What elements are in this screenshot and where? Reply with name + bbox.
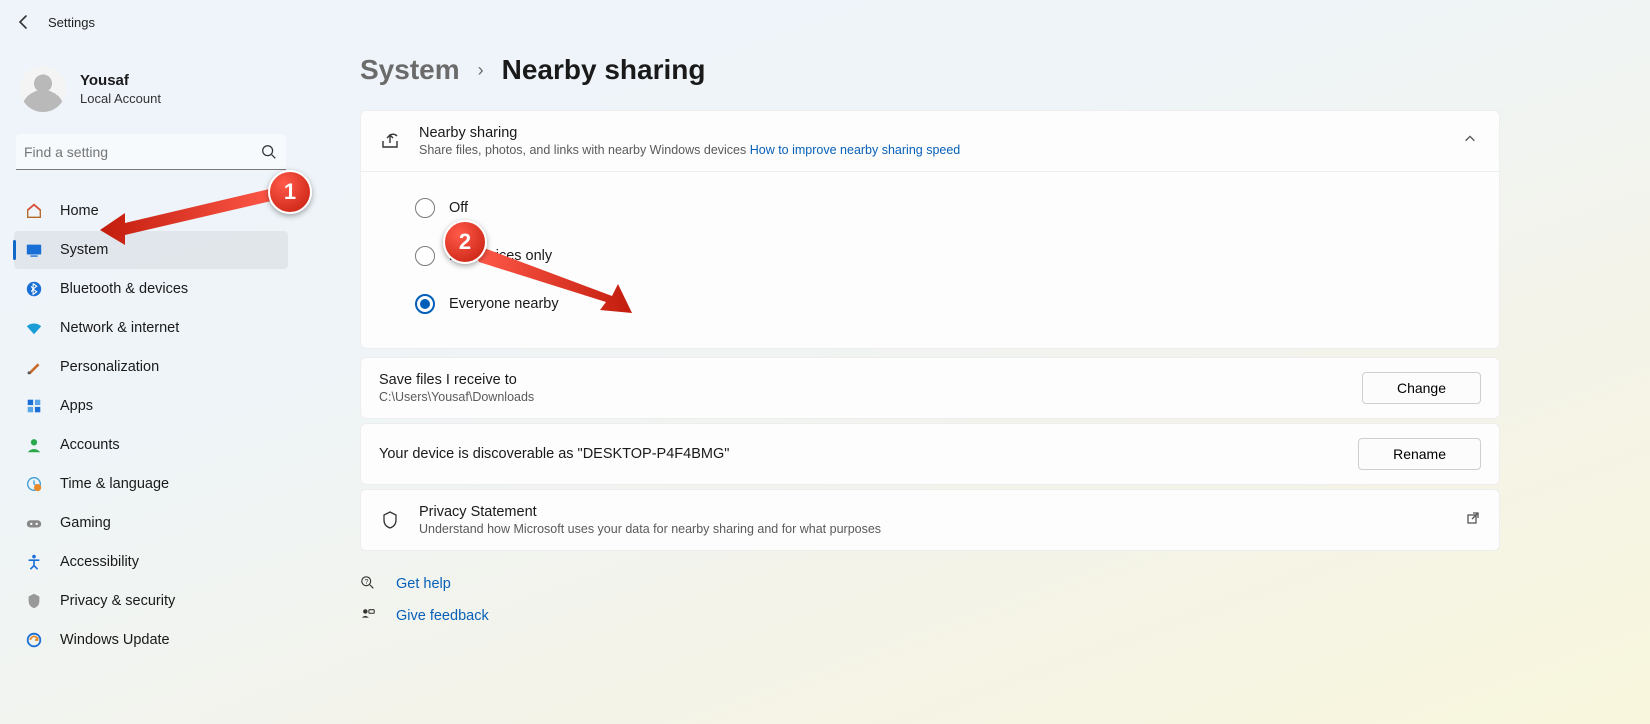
row-title: Privacy Statement [419,504,1465,520]
radio-everyone[interactable]: Everyone nearby [415,280,1477,328]
radio-off[interactable]: Off [415,184,1477,232]
personalization-icon [24,357,44,377]
app-title: Settings [48,15,95,30]
nav-list: Home System Bluetooth & devices Network … [14,192,288,659]
profile-name: Yousaf [80,72,161,89]
gaming-icon [24,513,44,533]
search-input[interactable] [24,144,260,160]
network-icon [24,318,44,338]
nav-item-apps[interactable]: Apps [14,387,288,425]
nearby-sharing-card: Nearby sharing Share files, photos, and … [360,110,1500,349]
main-content: System › Nearby sharing Nearby sharing S… [300,44,1650,724]
change-button[interactable]: Change [1362,372,1481,404]
nav-item-system[interactable]: System [14,231,288,269]
nav-label: Time & language [60,476,169,492]
rename-button[interactable]: Rename [1358,438,1481,470]
row-title: Your device is discoverable as "DESKTOP-… [379,446,1358,462]
radio-my-devices[interactable]: My devices only [415,232,1477,280]
avatar [20,66,66,112]
home-icon [24,201,44,221]
accounts-icon [24,435,44,455]
back-button[interactable] [14,12,34,32]
search-box[interactable] [16,134,286,170]
sidebar: Yousaf Local Account Home System Bluetoo… [0,44,300,724]
get-help-link[interactable]: ? Get help [360,575,1500,593]
profile-block[interactable]: Yousaf Local Account [20,66,284,112]
radio-label: Everyone nearby [449,296,559,312]
row-title: Save files I receive to [379,372,1362,388]
svg-text:?: ? [364,578,368,586]
search-icon [260,143,278,161]
nav-item-privacy[interactable]: Privacy & security [14,582,288,620]
save-location-row: Save files I receive to C:\Users\Yousaf\… [360,357,1500,419]
annotation-badge-1: 1 [268,170,312,214]
nav-label: Accessibility [60,554,139,570]
save-path: C:\Users\Yousaf\Downloads [379,390,1362,404]
share-icon [379,130,401,152]
nav-label: Windows Update [60,632,170,648]
link-text: Give feedback [396,608,489,624]
nav-label: Network & internet [60,320,179,336]
breadcrumb-parent[interactable]: System [360,54,460,86]
breadcrumb: System › Nearby sharing [360,54,1500,86]
nav-item-network[interactable]: Network & internet [14,309,288,347]
accessibility-icon [24,552,44,572]
time-language-icon [24,474,44,494]
help-icon: ? [360,575,378,593]
nav-label: System [60,242,108,258]
annotation-badge-2: 2 [443,220,487,264]
card-title: Nearby sharing [419,125,960,141]
nav-item-bluetooth[interactable]: Bluetooth & devices [14,270,288,308]
nav-item-windows-update[interactable]: Windows Update [14,621,288,659]
nav-item-time-language[interactable]: Time & language [14,465,288,503]
row-subtitle: Understand how Microsoft uses your data … [419,522,1465,536]
card-subtitle: Share files, photos, and links with near… [419,143,960,157]
windows-update-icon [24,630,44,650]
nav-item-gaming[interactable]: Gaming [14,504,288,542]
nav-item-home[interactable]: Home [14,192,288,230]
chevron-up-icon[interactable] [1463,132,1477,151]
chevron-right-icon: › [478,60,484,81]
bluetooth-icon [24,279,44,299]
apps-icon [24,396,44,416]
link-text: Get help [396,576,451,592]
nav-label: Gaming [60,515,111,531]
page-title: Nearby sharing [502,54,706,86]
privacy-statement-row[interactable]: Privacy Statement Understand how Microso… [360,489,1500,551]
nav-label: Personalization [60,359,159,375]
nav-item-accessibility[interactable]: Accessibility [14,543,288,581]
sharing-radio-group: Off My devices only Everyone nearby [361,172,1499,348]
radio-button[interactable] [415,294,435,314]
radio-label: Off [449,200,468,216]
nav-label: Home [60,203,99,219]
footer-links: ? Get help Give feedback [360,575,1500,625]
profile-subtitle: Local Account [80,91,161,106]
privacy-icon [24,591,44,611]
give-feedback-link[interactable]: Give feedback [360,607,1500,625]
nav-label: Bluetooth & devices [60,281,188,297]
shield-icon [379,509,401,531]
feedback-icon [360,607,378,625]
help-link[interactable]: How to improve nearby sharing speed [750,143,961,157]
external-link-icon [1465,510,1481,531]
nav-item-accounts[interactable]: Accounts [14,426,288,464]
titlebar: Settings [0,0,1650,44]
nearby-sharing-header[interactable]: Nearby sharing Share files, photos, and … [361,111,1499,172]
nav-label: Apps [60,398,93,414]
system-icon [24,240,44,260]
nav-label: Privacy & security [60,593,175,609]
radio-button[interactable] [415,198,435,218]
nav-label: Accounts [60,437,120,453]
radio-button[interactable] [415,246,435,266]
nav-item-personalization[interactable]: Personalization [14,348,288,386]
discoverable-row: Your device is discoverable as "DESKTOP-… [360,423,1500,485]
